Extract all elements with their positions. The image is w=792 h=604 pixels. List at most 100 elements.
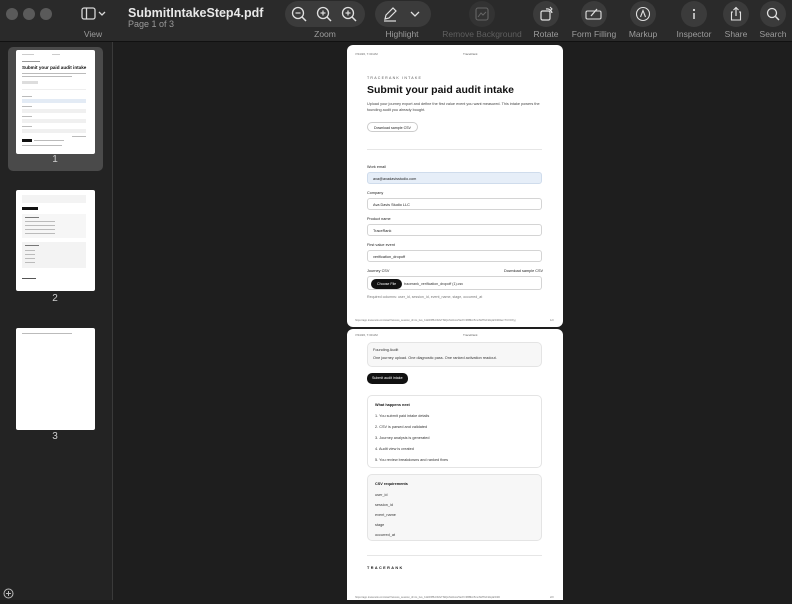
divider [367, 555, 542, 556]
thumbnail-sidebar: Submit your paid audit intake 1 2 3 [0, 42, 113, 600]
pdf-page-1: 7/24/26, 7:30 AM TraceRank TRACERANK INT… [347, 45, 563, 327]
remove-background-label: Remove Background [442, 29, 522, 39]
email-field[interactable]: ava@avadavisstudio.com [367, 172, 542, 184]
sidebar-icon [81, 7, 106, 20]
form-filling-icon [585, 8, 602, 20]
share-button[interactable] [723, 1, 749, 27]
step-item: 4. Audit view is created [375, 447, 414, 451]
plus-circle-icon [3, 588, 14, 599]
download-sample-button[interactable]: Download sample CSV [367, 122, 418, 132]
actual-size-button[interactable] [314, 4, 334, 24]
highlight-button[interactable] [380, 4, 400, 24]
product-field[interactable]: TraceRank [367, 224, 542, 236]
csv-column: occurred_at [375, 533, 396, 537]
zoom-window-button[interactable] [40, 8, 52, 20]
email-label: Work email [367, 165, 386, 169]
zoom-in-button[interactable] [339, 4, 359, 24]
zoom-label: Zoom [314, 29, 336, 39]
zoom-out-button[interactable] [289, 4, 309, 24]
page-header-title: TraceRank [463, 333, 478, 337]
thumbnail-page-2[interactable] [16, 190, 95, 291]
minimize-window-button[interactable] [23, 8, 35, 20]
document-title: SubmitIntakeStep4.pdf [128, 6, 264, 20]
footer-url: https://app.tracerank.com/start?access_s… [355, 596, 500, 599]
remove-background-icon [475, 7, 489, 21]
csv-column: user_id [375, 493, 388, 497]
zoom-in-icon [341, 6, 357, 22]
next-steps-card: What happens next 1. You submit paid int… [367, 395, 542, 468]
brand-wordmark: TRACERANK [367, 566, 404, 570]
intro-text: Upload your journey export and define th… [367, 102, 540, 112]
product-label: Product name [367, 217, 391, 221]
chevron-down-icon [98, 11, 106, 16]
inspector-button[interactable] [681, 1, 707, 27]
page-header-date: 7/24/26, 7:30 AM [355, 52, 378, 56]
csv-download-link[interactable]: Download sample CSV [504, 269, 543, 273]
footer-url: https://app.tracerank.com/start?access_s… [355, 319, 516, 322]
rotate-label: Rotate [533, 29, 559, 39]
close-window-button[interactable] [6, 8, 18, 20]
markup-button[interactable] [630, 1, 656, 27]
markup-icon [635, 6, 651, 22]
page-header-date: 7/24/26, 7:30 AM [355, 333, 378, 337]
view-label: View [83, 29, 103, 39]
choose-file-button[interactable]: Choose File [371, 278, 403, 289]
step-item: 5. You review breakdowns and ranked fixe… [375, 458, 449, 462]
footer-page: 2/3 [550, 596, 554, 599]
next-steps-title: What happens next [375, 403, 410, 407]
thumbnail-page-3[interactable] [16, 328, 95, 430]
share-icon [730, 6, 742, 21]
page-number-2: 2 [52, 293, 58, 304]
chevron-down-icon [410, 11, 420, 17]
search-label: Search [759, 29, 787, 39]
submit-audit-button[interactable]: Submit audit intake [367, 373, 408, 384]
thumbnail-title: Submit your paid audit intake [22, 65, 87, 70]
csv-label: Journey CSV [367, 269, 390, 273]
highlight-label: Highlight [385, 29, 419, 39]
inspector-label: Inspector [676, 29, 712, 39]
info-icon [692, 8, 696, 19]
file-name: tracerank_verification_dropoff (1).csv [404, 282, 464, 286]
page-number-3: 3 [52, 431, 58, 442]
pen-icon [384, 7, 397, 22]
page-header-title: TraceRank [463, 52, 478, 56]
markup-label: Markup [628, 29, 658, 39]
plan-card: Founding Audit One journey upload. One d… [367, 342, 542, 367]
eyebrow: TRACERANK INTAKE [367, 76, 423, 80]
view-button[interactable] [80, 6, 108, 22]
pdf-page-2: 7/24/26, 7:30 AM TraceRank Founding Audi… [347, 329, 563, 600]
rotate-icon [540, 6, 553, 21]
event-field[interactable]: verification_dropoff [367, 250, 542, 262]
csv-requirements-title: CSV requirements [375, 482, 408, 486]
plan-description: One journey upload. One diagnostic pass.… [373, 356, 497, 360]
plan-title: Founding Audit [373, 348, 399, 352]
page-heading: Submit your paid audit intake [367, 84, 515, 96]
company-field[interactable]: Ava Davis Studio LLC [367, 198, 542, 210]
csv-column: event_name [375, 513, 396, 517]
csv-column: session_id [375, 503, 393, 507]
share-label: Share [724, 29, 748, 39]
csv-requirements-card: CSV requirements user_id session_id even… [367, 474, 542, 541]
search-button[interactable] [760, 1, 786, 27]
form-filling-label: Form Filling [571, 29, 617, 39]
form-filling-button[interactable] [581, 1, 607, 27]
page-number-1: 1 [52, 154, 58, 165]
divider [367, 149, 542, 150]
highlight-menu-button[interactable] [406, 4, 424, 24]
csv-column: stage [375, 523, 385, 527]
company-label: Company [367, 191, 384, 195]
file-input[interactable]: Choose File tracerank_verification_dropo… [367, 276, 542, 290]
step-item: 1. You submit paid intake details [375, 414, 430, 418]
search-icon [766, 7, 780, 21]
thumbnail-page-1[interactable]: Submit your paid audit intake [16, 50, 95, 154]
rotate-button[interactable] [533, 1, 559, 27]
remove-background-button[interactable] [469, 1, 495, 27]
step-item: 2. CSV is parsed and validated [375, 425, 428, 429]
document-view[interactable]: 7/24/26, 7:30 AM TraceRank TRACERANK INT… [114, 42, 792, 600]
footer-page: 1/3 [550, 319, 554, 322]
magnifier-icon [316, 6, 332, 22]
step-item: 3. Journey analysis is generated [375, 436, 430, 440]
add-page-button[interactable] [3, 586, 14, 599]
zoom-out-icon [291, 6, 307, 22]
event-label: First value event [367, 243, 395, 247]
